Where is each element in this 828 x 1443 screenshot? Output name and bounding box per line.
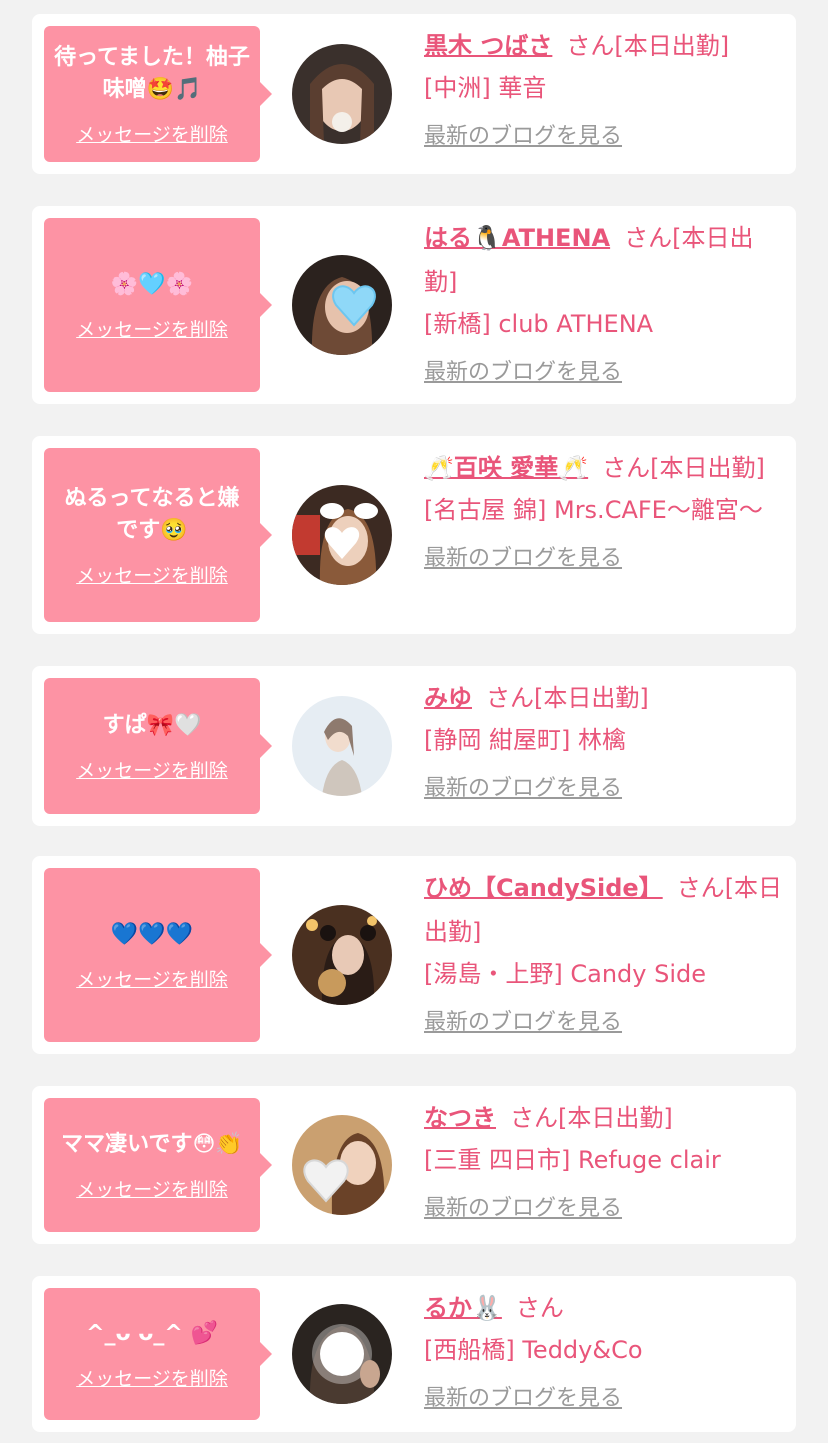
latest-blog-link[interactable]: 最新のブログを見る xyxy=(424,354,622,386)
cast-name-link[interactable]: みゆ xyxy=(424,684,472,712)
message-bubble: 💙💙💙 メッセージを削除 xyxy=(44,868,272,1042)
honorific: さん xyxy=(515,1294,564,1322)
message-bubble: ぬるってなると嫌です🥹 メッセージを削除 xyxy=(44,448,272,622)
cast-info: 黒木 つばさ さん[本日出勤] [中洲] 華音 最新のブログを見る xyxy=(424,28,784,150)
honorific: さん xyxy=(676,874,725,902)
delete-message-link[interactable]: メッセージを削除 xyxy=(76,561,228,588)
delete-message-link[interactable]: メッセージを削除 xyxy=(76,315,228,342)
cast-name-link[interactable]: はる🐧ATHENA xyxy=(424,224,610,252)
avatar[interactable] xyxy=(292,485,392,585)
shop-name: [名古屋 錦] Mrs.CAFE〜離宮〜 xyxy=(424,496,763,524)
cast-name-link[interactable]: 黒木 つばさ xyxy=(424,32,552,60)
honorific: さん xyxy=(510,1104,558,1132)
message-bubble: ママ凄いです😳👏 メッセージを削除 xyxy=(44,1098,272,1232)
avatar[interactable] xyxy=(292,44,392,144)
message-text: 待ってました！柚子味噌🤩🎵 xyxy=(54,44,250,102)
message-bubble: ^_ᴗ ᴗ_^ 💕 メッセージを削除 xyxy=(44,1288,272,1420)
honorific: さん xyxy=(624,224,673,252)
latest-blog-link[interactable]: 最新のブログを見る xyxy=(424,1190,622,1222)
latest-blog-link[interactable]: 最新のブログを見る xyxy=(424,1380,622,1412)
message-list: 待ってました！柚子味噌🤩🎵 メッセージを削除 黒木 つばさ さん[本日出勤] [中… xyxy=(0,0,828,1443)
cast-info: なつき さん[本日出勤] [三重 四日市] Refuge clair 最新のブログ… xyxy=(424,1100,784,1222)
avatar[interactable] xyxy=(292,1115,392,1215)
list-item: 待ってました！柚子味噌🤩🎵 メッセージを削除 黒木 つばさ さん[本日出勤] [中… xyxy=(32,14,796,174)
delete-message-link[interactable]: メッセージを削除 xyxy=(76,1175,228,1202)
avatar[interactable] xyxy=(292,696,392,796)
attendance-status: [本日出勤] xyxy=(534,684,649,712)
delete-message-link[interactable]: メッセージを削除 xyxy=(76,756,228,783)
message-bubble: すぱ🎀🤍 メッセージを削除 xyxy=(44,678,272,814)
cast-info: ひめ【CandySide】 さん[本日出勤] [湯島・上野] Candy Side… xyxy=(424,870,784,1036)
latest-blog-link[interactable]: 最新のブログを見る xyxy=(424,770,622,802)
shop-name: [湯島・上野] Candy Side xyxy=(424,960,706,988)
avatar[interactable] xyxy=(292,255,392,355)
honorific: さん xyxy=(566,32,615,60)
honorific: さん xyxy=(486,684,534,712)
message-text: ^_ᴗ ᴗ_^ 💕 xyxy=(86,1320,218,1346)
delete-message-link[interactable]: メッセージを削除 xyxy=(76,965,228,992)
message-bubble: 待ってました！柚子味噌🤩🎵 メッセージを削除 xyxy=(44,26,272,162)
cast-info: るか🐰 さん [西船橋] Teddy&Co 最新のブログを見る xyxy=(424,1290,784,1412)
list-item: ママ凄いです😳👏 メッセージを削除 なつき さん[本日出勤] [三重 四日市] R… xyxy=(32,1086,796,1244)
cast-info: はる🐧ATHENA さん[本日出勤] [新橋] club ATHENA 最新のブロ… xyxy=(424,220,784,386)
attendance-status: [本日出勤] xyxy=(558,1104,673,1132)
shop-name: [新橋] club ATHENA xyxy=(424,310,654,338)
shop-name: [西船橋] Teddy&Co xyxy=(424,1336,643,1364)
honorific: さん xyxy=(602,454,651,482)
message-bubble: 🌸🩵🌸 メッセージを削除 xyxy=(44,218,272,392)
avatar[interactable] xyxy=(292,905,392,1005)
message-text: ぬるってなると嫌です🥹 xyxy=(64,485,240,543)
list-item: 🌸🩵🌸 メッセージを削除 はる🐧ATHENA さん[本日出勤] [新橋] club… xyxy=(32,206,796,404)
cast-info: みゆ さん[本日出勤] [静岡 紺屋町] 林檎 最新のブログを見る xyxy=(424,680,784,802)
delete-message-link[interactable]: メッセージを削除 xyxy=(76,1364,228,1391)
shop-name: [中洲] 華音 xyxy=(424,74,547,102)
avatar[interactable] xyxy=(292,1304,392,1404)
message-text: 💙💙💙 xyxy=(110,921,194,947)
list-item: 💙💙💙 メッセージを削除 ひめ【CandySide】 さん[本日出勤] [湯島・上… xyxy=(32,856,796,1054)
cast-name-link[interactable]: なつき xyxy=(424,1104,496,1132)
latest-blog-link[interactable]: 最新のブログを見る xyxy=(424,118,622,150)
latest-blog-link[interactable]: 最新のブログを見る xyxy=(424,1004,622,1036)
attendance-status: [本日出勤] xyxy=(614,32,730,60)
list-item: ぬるってなると嫌です🥹 メッセージを削除 🥂百咲 愛華🥂 さん[本日出勤] [名古… xyxy=(32,436,796,634)
message-text: 🌸🩵🌸 xyxy=(110,271,194,297)
cast-name-link[interactable]: ひめ【CandySide】 xyxy=(424,874,663,902)
cast-name-link[interactable]: 🥂百咲 愛華🥂 xyxy=(424,454,588,482)
cast-info: 🥂百咲 愛華🥂 さん[本日出勤] [名古屋 錦] Mrs.CAFE〜離宮〜 最新の… xyxy=(424,450,784,572)
cast-name-link[interactable]: るか🐰 xyxy=(424,1294,502,1322)
shop-name: [三重 四日市] Refuge clair xyxy=(424,1146,721,1174)
delete-message-link[interactable]: メッセージを削除 xyxy=(76,120,228,147)
shop-name: [静岡 紺屋町] 林檎 xyxy=(424,726,626,754)
message-text: ママ凄いです😳👏 xyxy=(61,1131,243,1157)
list-item: ^_ᴗ ᴗ_^ 💕 メッセージを削除 るか🐰 さん [西船橋] Teddy&Co … xyxy=(32,1276,796,1432)
list-item: すぱ🎀🤍 メッセージを削除 みゆ さん[本日出勤] [静岡 紺屋町] 林檎 最新の… xyxy=(32,666,796,826)
message-text: すぱ🎀🤍 xyxy=(102,712,202,738)
attendance-status: [本日出勤] xyxy=(650,454,765,482)
latest-blog-link[interactable]: 最新のブログを見る xyxy=(424,540,622,572)
